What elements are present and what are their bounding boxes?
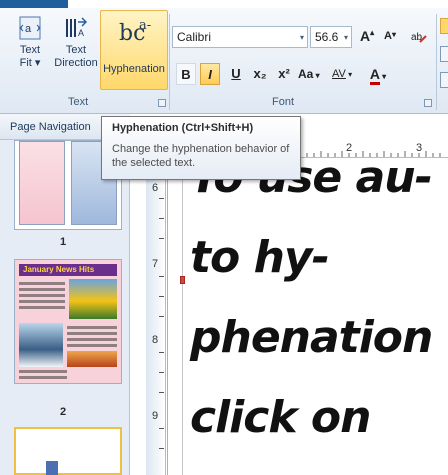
app-accent-bar — [0, 0, 68, 8]
ruler-number: 6 — [152, 182, 159, 194]
document-line: phenation — [190, 312, 433, 363]
ruler-number: 9 — [152, 410, 159, 422]
text-fit-button[interactable]: a Text Fit ▾ — [10, 16, 50, 70]
ruler-tick — [159, 352, 164, 353]
superscript-button[interactable]: x² — [274, 63, 294, 85]
thumbnail-headline: January News Hits — [19, 264, 117, 276]
margin-guide — [182, 158, 183, 475]
align-top-button[interactable] — [440, 18, 448, 34]
document-text-box[interactable]: To use au- to hy- phenation click on — [190, 152, 433, 458]
ruler-tick — [159, 296, 164, 297]
ruler-tick — [159, 198, 164, 199]
svg-text:a: a — [25, 23, 32, 35]
ribbon: a Text Fit ▾ A Text Direction bc a- Hyph… — [0, 8, 448, 114]
group-separator — [436, 14, 437, 110]
document-line: to hy- — [190, 232, 330, 283]
text-group-launcher[interactable] — [158, 99, 166, 107]
page-number-1: 1 — [60, 236, 67, 248]
page-thumbnail-left — [19, 141, 65, 225]
font-name-value: Calibri — [177, 30, 212, 44]
font-size-dropdown-icon[interactable]: ▾ — [344, 33, 348, 42]
font-group-launcher[interactable] — [424, 99, 432, 107]
hyphenation-icon: bc a- — [119, 18, 152, 46]
vertical-ruler[interactable]: 6 7 8 9 — [146, 158, 166, 475]
ruler-tick — [159, 276, 164, 277]
change-case-button[interactable]: Aa ▾ — [298, 63, 320, 85]
font-name-dropdown-icon[interactable]: ▾ — [300, 33, 304, 42]
ruler-number: 7 — [152, 258, 159, 270]
text-direction-icon: A — [66, 17, 88, 38]
italic-button[interactable]: I — [200, 63, 220, 85]
ruler-tick — [159, 238, 164, 239]
document-canvas[interactable]: To use au- to hy- phenation click on — [167, 152, 448, 475]
hyphenation-button[interactable]: bc a- Hyphenation — [100, 10, 168, 90]
page-thumbnail-3[interactable] — [14, 427, 122, 475]
font-color-button[interactable]: A ▾ — [368, 63, 388, 85]
text-box-handle[interactable] — [180, 276, 185, 284]
ruler-tick — [159, 448, 164, 449]
page-thumbnail-2[interactable]: January News Hits — [14, 259, 122, 384]
font-name-combo[interactable]: Calibri — [172, 26, 308, 48]
subscript-button[interactable]: x₂ — [250, 63, 270, 85]
svg-text:A: A — [78, 28, 84, 38]
ruler-tick — [159, 316, 164, 317]
thumbnail-penguin-image — [19, 323, 63, 367]
grow-font-button[interactable]: A▴ — [360, 28, 374, 44]
ruler-tick — [159, 392, 164, 393]
page-number-2: 2 — [60, 406, 67, 418]
hyphenation-label: Hyphenation — [103, 63, 165, 75]
character-spacing-button[interactable]: AV ▾ — [332, 63, 352, 85]
ruler-tick — [159, 218, 164, 219]
bold-button[interactable]: B — [176, 63, 196, 85]
clear-formatting-icon[interactable]: ab — [410, 28, 428, 46]
tooltip-body: Change the hyphenation behavior of the s… — [112, 143, 290, 169]
underline-button[interactable]: U — [226, 63, 246, 85]
text-direction-button[interactable]: A Text Direction — [54, 16, 98, 70]
hyphenation-tooltip: Hyphenation (Ctrl+Shift+H) Change the hy… — [101, 116, 301, 180]
thumbnail-text-column — [19, 370, 117, 379]
text-fit-icon: a — [19, 16, 41, 40]
thumbnail-text-column — [67, 323, 117, 367]
font-group-label: Font — [272, 96, 295, 108]
font-size-value: 56.6 — [315, 30, 339, 44]
ruler-number: 8 — [152, 334, 159, 346]
ruler-tick — [159, 428, 164, 429]
text-group-label: Text — [68, 96, 89, 108]
shrink-font-button[interactable]: A▾ — [384, 30, 396, 42]
align-middle-button[interactable] — [440, 46, 448, 62]
thumbnail-flower-image — [69, 279, 117, 319]
text-direction-label: Text Direction — [54, 44, 98, 69]
document-line: click on — [190, 392, 371, 443]
group-separator — [169, 14, 170, 110]
tooltip-title: Hyphenation (Ctrl+Shift+H) — [112, 122, 254, 134]
thumbnail-desert-image — [67, 351, 117, 367]
align-bottom-button[interactable] — [440, 72, 448, 88]
thumbnail-page-icon — [46, 461, 58, 475]
thumbnail-text-column — [19, 279, 65, 319]
text-fit-label: Text Fit ▾ — [19, 44, 41, 69]
ruler-tick — [159, 372, 164, 373]
